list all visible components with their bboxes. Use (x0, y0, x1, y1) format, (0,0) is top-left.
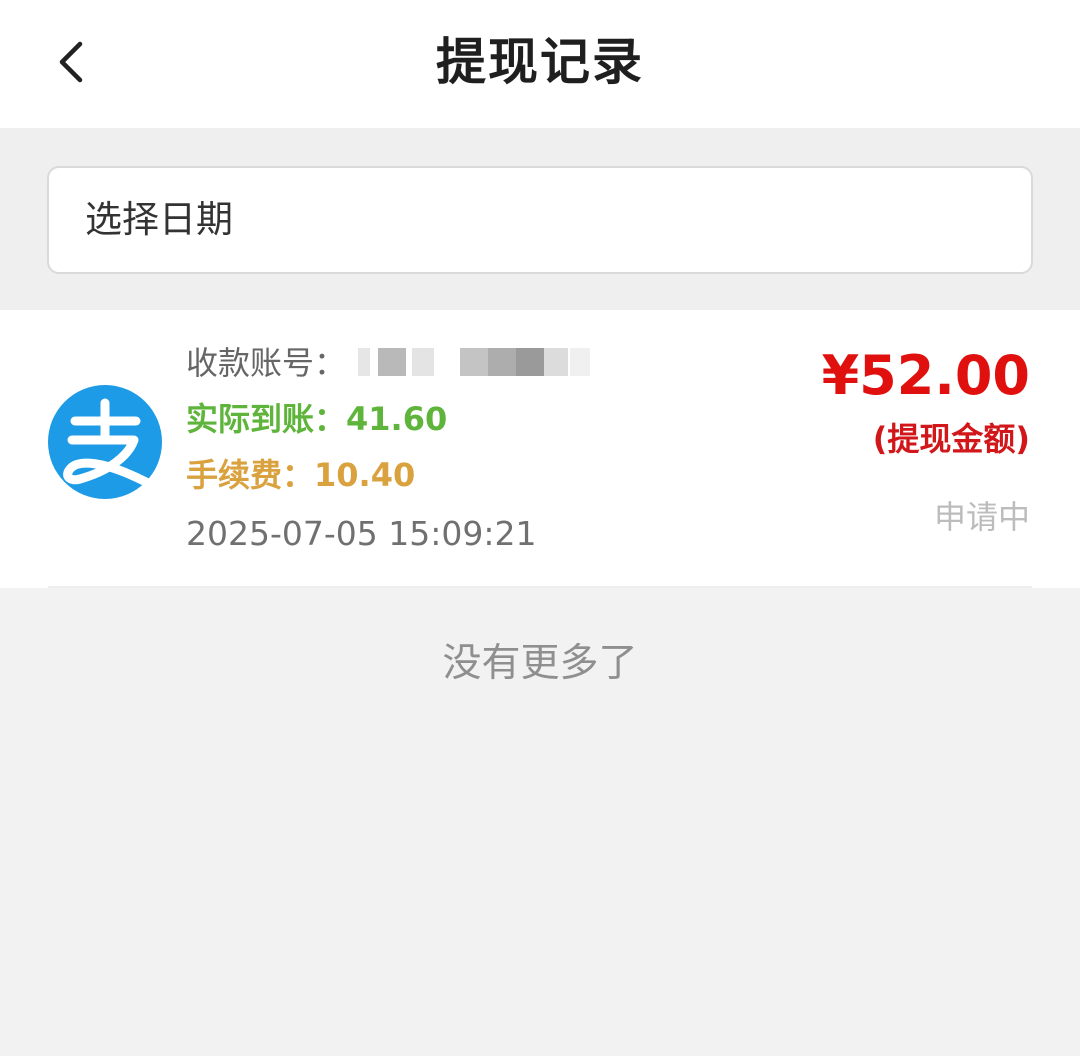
actual-received-label: 实际到账： (186, 400, 347, 438)
status-badge: 申请中 (933, 498, 1030, 536)
withdrawal-amount: ¥52.00 (821, 344, 1030, 407)
record-time: 2025-07-05 15:09:21 (186, 514, 537, 553)
fee-label: 手续费： (186, 456, 315, 494)
account-label: 收款账号： (186, 344, 347, 382)
fee-row: 手续费：10.40 (186, 450, 415, 496)
divider (48, 586, 1032, 588)
withdrawal-records-page: 提现记录 选择日期 收款账号： 实际到账：41.60 手续费：10.40 202… (0, 0, 1080, 1056)
actual-received-row: 实际到账：41.60 (186, 394, 447, 440)
actual-received-value: 41.60 (346, 400, 448, 438)
date-picker-placeholder: 选择日期 (85, 198, 233, 241)
no-more-text: 没有更多了 (442, 641, 638, 686)
top-bar: 提现记录 (0, 0, 1080, 128)
fee-value: 10.40 (314, 456, 416, 494)
filter-area: 选择日期 (0, 128, 1080, 310)
masked-account-value (358, 348, 590, 376)
page-title: 提现记录 (436, 33, 644, 91)
withdrawal-amount-note: (提现金额) (872, 420, 1030, 458)
date-picker-field[interactable]: 选择日期 (47, 166, 1033, 274)
alipay-icon (48, 385, 162, 499)
withdrawal-record-item[interactable]: 收款账号： 实际到账：41.60 手续费：10.40 2025-07-05 15… (0, 310, 1080, 588)
